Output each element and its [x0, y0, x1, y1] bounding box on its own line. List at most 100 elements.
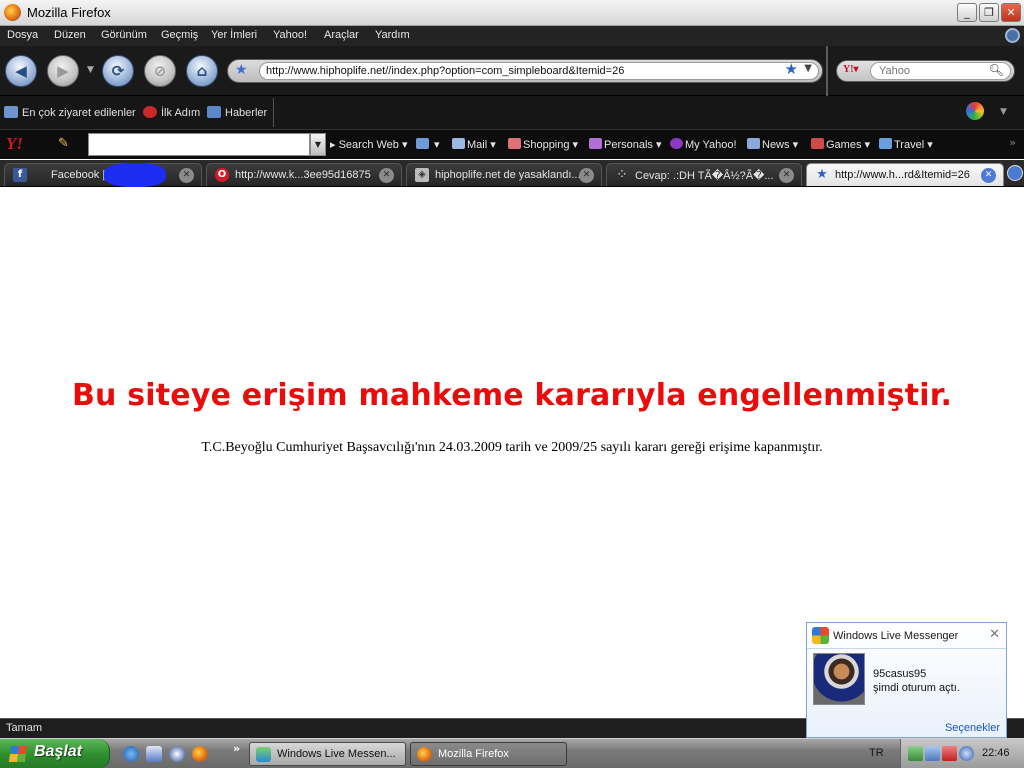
- my-yahoo-icon: [670, 138, 683, 149]
- menu-tools[interactable]: Araçlar: [324, 29, 359, 41]
- yahoo-mail-button[interactable]: Mail ▾: [452, 138, 496, 151]
- bookmark-label: En çok ziyaret edilenler: [22, 107, 136, 119]
- bookmark-getting-started[interactable]: İlk Adım: [143, 106, 200, 119]
- close-icon[interactable]: ✕: [989, 627, 1000, 642]
- yahoo-shopping-button[interactable]: Shopping ▾: [508, 138, 578, 151]
- news-icon: [747, 138, 760, 149]
- options-link[interactable]: Seçenekler: [945, 722, 1000, 734]
- notification-title: Windows Live Messenger: [833, 630, 959, 642]
- clock[interactable]: 22:46: [982, 747, 1010, 759]
- close-button[interactable]: ✕: [1001, 3, 1021, 22]
- yahoo-news-button[interactable]: News ▾: [747, 138, 798, 151]
- volume-icon[interactable]: [959, 746, 974, 761]
- bookmark-star-icon[interactable]: ★: [785, 60, 798, 78]
- yahoo-personals-button[interactable]: Personals ▾: [589, 138, 662, 151]
- menu-edit[interactable]: Düzen: [54, 29, 86, 41]
- menu-file[interactable]: Dosya: [7, 29, 38, 41]
- reload-button[interactable]: ⟳: [102, 55, 134, 87]
- tab-reply[interactable]: ⁘ Cevap: .:DH TÃ�Â½?Ã�... ✕: [606, 163, 802, 186]
- task-mozilla-firefox[interactable]: Mozilla Firefox: [410, 742, 567, 766]
- home-button[interactable]: ⌂: [186, 55, 218, 87]
- bookmark-most-visited[interactable]: En çok ziyaret edilenler: [4, 106, 136, 119]
- pencil-icon[interactable]: ✎: [58, 136, 69, 151]
- facebook-icon: f: [13, 168, 27, 182]
- bookmarks-bar: En çok ziyaret edilenler İlk Adım Haberl…: [0, 96, 1024, 129]
- mail-icon: [452, 138, 465, 149]
- firefox-quicklaunch-icon[interactable]: [192, 746, 208, 762]
- url-text[interactable]: http://www.hiphoplife.net//index.php?opt…: [266, 65, 624, 77]
- tab-hiphoplife-banned[interactable]: ◈ hiphoplife.net de yasaklandı... ✕: [406, 163, 602, 186]
- tab-label: hiphoplife.net de yasaklandı...: [435, 169, 580, 181]
- messenger-notification[interactable]: Windows Live Messenger ✕ 95casus95 şimdi…: [806, 622, 1007, 738]
- forward-button[interactable]: ▶: [47, 55, 79, 87]
- url-field[interactable]: http://www.hiphoplife.net//index.php?opt…: [259, 62, 819, 80]
- yahoo-toolbar: Y! ✎ ▼ ▸ Search Web ▾ ▾ Mail ▾ Shopping …: [0, 129, 1024, 159]
- history-dropdown-icon[interactable]: ▼: [87, 65, 94, 75]
- task-windows-live-messenger[interactable]: Windows Live Messen...: [249, 742, 406, 766]
- restore-button[interactable]: ❐: [979, 3, 999, 22]
- notification-divider: [807, 648, 1006, 649]
- tab-active[interactable]: ★ http://www.h...rd&Itemid=26 ✕: [806, 163, 1004, 186]
- messenger-icon: [256, 747, 271, 762]
- firefox-icon: [4, 4, 21, 21]
- tab-link[interactable]: O http://www.k...3ee95d16875 ✕: [206, 163, 402, 186]
- chevron-down-icon[interactable]: ▼: [1000, 107, 1007, 117]
- tab-close-icon[interactable]: ✕: [579, 168, 594, 183]
- show-desktop-icon[interactable]: [146, 746, 162, 762]
- url-dropdown-icon[interactable]: ▼: [804, 63, 812, 74]
- navigation-bar: ◀ ▶ ▼ ⟳ ⊘ ⌂ ★ http://www.hiphoplife.net/…: [0, 46, 1024, 96]
- menu-history[interactable]: Geçmiş: [161, 29, 198, 41]
- my-yahoo-button[interactable]: My Yahoo!: [670, 138, 737, 151]
- network-icon[interactable]: [908, 746, 923, 761]
- quicklaunch-overflow-icon[interactable]: »: [233, 742, 240, 755]
- taskbar: Başlat » Windows Live Messen... Mozilla …: [0, 738, 1024, 768]
- minimize-button[interactable]: _: [957, 3, 977, 22]
- address-bar[interactable]: ★ http://www.hiphoplife.net//index.php?o…: [227, 59, 823, 83]
- yahoo-search-dropdown[interactable]: ▼: [310, 133, 326, 156]
- shield-button[interactable]: ▾: [416, 138, 440, 151]
- shield-icon: [416, 138, 429, 149]
- yahoo-logo-icon[interactable]: Y!: [6, 134, 23, 154]
- yahoo-search-input[interactable]: [88, 133, 310, 156]
- language-indicator[interactable]: TR: [869, 747, 884, 759]
- windows-flag-icon: [8, 746, 28, 762]
- bookmark-news[interactable]: Haberler: [207, 106, 267, 119]
- display-icon[interactable]: [925, 746, 940, 761]
- tab-close-icon[interactable]: ✕: [981, 168, 996, 183]
- games-label: Games: [826, 139, 862, 151]
- media-player-icon[interactable]: [169, 746, 185, 762]
- tab-list-icon[interactable]: [1007, 165, 1023, 181]
- tab-close-icon[interactable]: ✕: [779, 168, 794, 183]
- stop-button[interactable]: ⊘: [144, 55, 176, 87]
- yahoo-search-engine-icon[interactable]: Y!▾: [843, 64, 859, 75]
- yahoo-travel-button[interactable]: Travel ▾: [879, 138, 933, 151]
- avatar[interactable]: [813, 653, 865, 705]
- yahoo-games-button[interactable]: Games ▾: [811, 138, 870, 151]
- security-alert-icon[interactable]: [942, 746, 957, 761]
- tab-label: http://www.k...3ee95d16875: [235, 169, 371, 181]
- search-icon[interactable]: 🔍︎: [989, 63, 1004, 77]
- search-web-button[interactable]: ▸ Search Web ▾: [330, 138, 407, 151]
- menu-bookmarks[interactable]: Yer İmleri: [211, 29, 257, 41]
- travel-icon: [879, 138, 892, 149]
- menu-yahoo[interactable]: Yahoo!: [273, 29, 307, 41]
- internet-explorer-icon[interactable]: [123, 746, 139, 762]
- contact-name[interactable]: 95casus95: [873, 668, 926, 680]
- windows-live-icon: [812, 627, 829, 644]
- site-identity-icon[interactable]: ★: [235, 62, 248, 78]
- gear-icon[interactable]: [1005, 28, 1020, 43]
- menu-bar: Dosya Düzen Görünüm Geçmiş Yer İmleri Ya…: [0, 26, 1024, 46]
- menu-view[interactable]: Görünüm: [101, 29, 147, 41]
- start-button[interactable]: Başlat: [0, 739, 110, 768]
- toolbar-overflow-icon[interactable]: »: [1009, 136, 1016, 149]
- start-label: Başlat: [34, 743, 83, 760]
- bookmark-label: Haberler: [225, 107, 268, 119]
- menu-help[interactable]: Yardım: [375, 29, 410, 41]
- tab-close-icon[interactable]: ✕: [379, 168, 394, 183]
- tab-close-icon[interactable]: ✕: [179, 168, 194, 183]
- tab-facebook[interactable]: f Facebook | ✕: [4, 163, 202, 186]
- back-button[interactable]: ◀: [5, 55, 37, 87]
- addon-orb-icon[interactable]: [966, 102, 984, 120]
- search-box[interactable]: Y!▾ 🔍︎: [836, 60, 1015, 82]
- opera-icon: O: [215, 168, 229, 182]
